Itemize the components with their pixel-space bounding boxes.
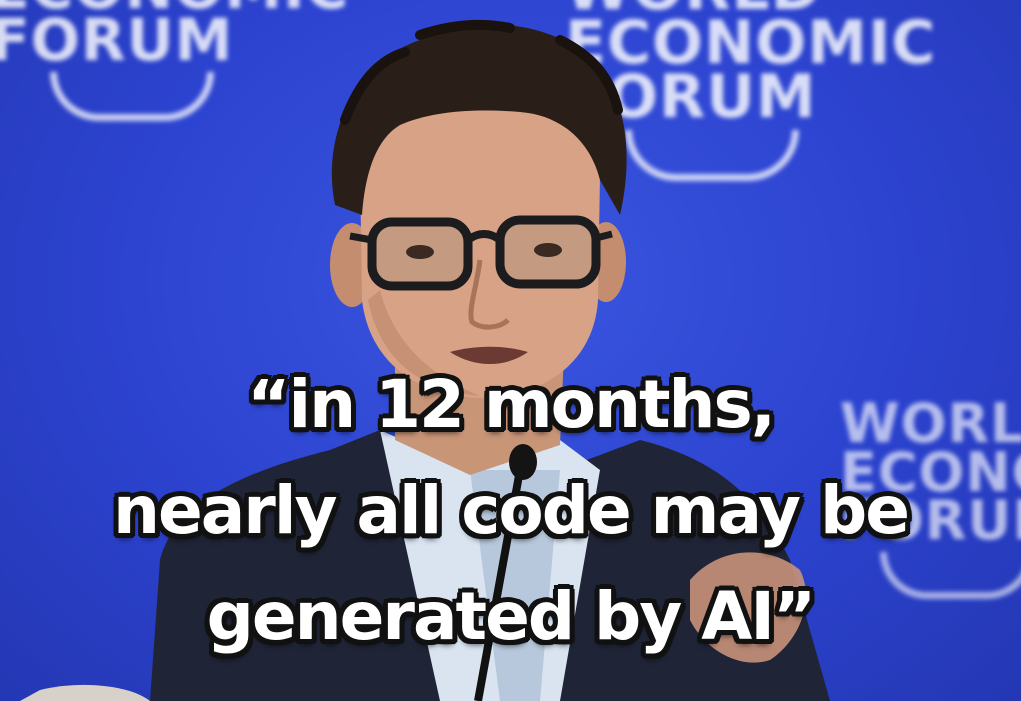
quote-caption: “in 12 months, nearly all code may be ge… [0, 352, 1021, 670]
chair [20, 684, 150, 701]
caption-line: nearly all code may be [113, 472, 910, 549]
glasses-arm-left [349, 232, 373, 244]
glasses-arm-right [595, 230, 613, 242]
caption-line: “in 12 months, [247, 366, 776, 443]
caption-line: generated by AI” [206, 578, 817, 655]
eye-left [406, 245, 434, 259]
video-frame: ECONOMIC FORUM WORLD ECONOMIC FORUM WORL… [0, 0, 1021, 701]
eye-right [534, 243, 562, 257]
